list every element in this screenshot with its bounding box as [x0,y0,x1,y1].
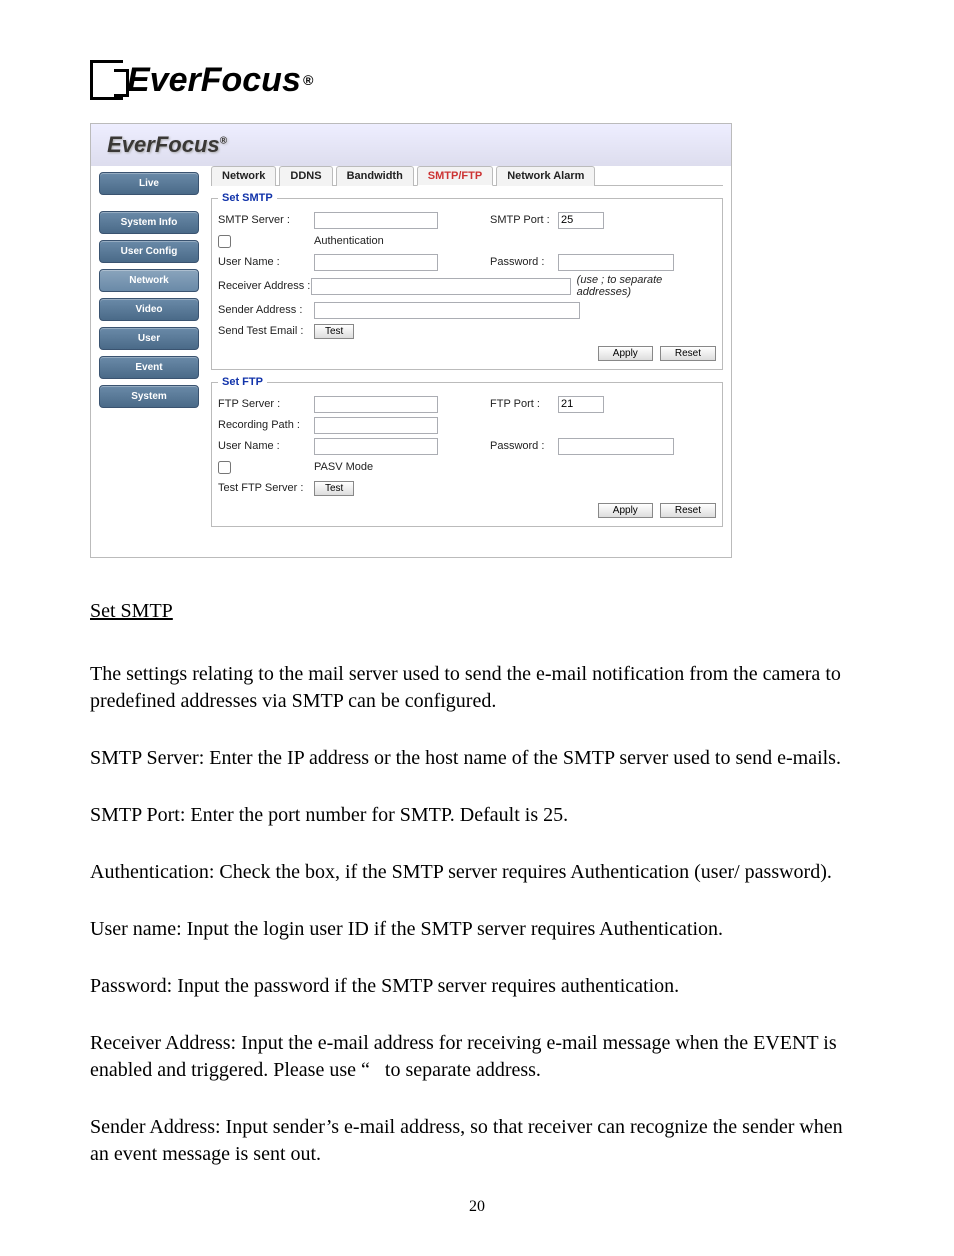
doc-para: SMTP Port: Enter the port number for SMT… [90,802,864,829]
tab-smtp-ftp[interactable]: SMTP/FTP [417,166,493,186]
tab-bar: Network DDNS Bandwidth SMTP/FTP Network … [211,166,723,186]
ftp-pass-input[interactable] [558,438,674,455]
doc-para: Receiver Address: Input the e-mail addre… [90,1030,864,1084]
ftp-pasv-checkbox[interactable] [218,461,231,474]
smtp-pass-label: Password : [490,256,558,268]
smtp-sender-label: Sender Address : [218,304,314,316]
smtp-auth-label: Authentication [314,235,384,247]
ftp-legend: Set FTP [218,376,267,388]
ftp-rec-input[interactable] [314,417,438,434]
smtp-port-input[interactable] [558,212,604,229]
sidebar-item-network[interactable]: Network [99,269,199,292]
smtp-recv-label: Receiver Address : [218,280,311,292]
doc-para: Sender Address: Input sender’s e-mail ad… [90,1114,864,1168]
tab-network[interactable]: Network [211,166,276,186]
ftp-server-label: FTP Server : [218,398,314,410]
page-number: 20 [90,1198,864,1216]
ftp-user-label: User Name : [218,440,314,452]
smtp-recv-input[interactable] [311,278,570,295]
smtp-server-input[interactable] [314,212,438,229]
ftp-test-label: Test FTP Server : [218,482,314,494]
smtp-auth-checkbox[interactable] [218,235,231,248]
sidebar-item-video[interactable]: Video [99,298,199,321]
registered-icon: ® [303,72,313,88]
doc-para: User name: Input the login user ID if th… [90,916,864,943]
ftp-pass-label: Password : [490,440,558,452]
ui-screenshot: EverFocus® Live System Info User Config … [90,123,732,558]
smtp-apply-button[interactable]: Apply [598,346,653,361]
smtp-recv-note: (use ; to separate addresses) [577,274,716,298]
ftp-port-input[interactable] [558,396,604,413]
doc-para: SMTP Server: Enter the IP address or the… [90,745,864,772]
ftp-reset-button[interactable]: Reset [660,503,716,518]
doc-para: Authentication: Check the box, if the SM… [90,859,864,886]
smtp-port-label: SMTP Port : [490,214,558,226]
tab-ddns[interactable]: DDNS [279,166,332,186]
logo-mark-icon [90,60,123,100]
doc-para: The settings relating to the mail server… [90,661,864,715]
ftp-user-input[interactable] [314,438,438,455]
smtp-pass-input[interactable] [558,254,674,271]
sidebar-item-system-info[interactable]: System Info [99,211,199,234]
app-header: EverFocus® [91,124,731,166]
tab-network-alarm[interactable]: Network Alarm [496,166,595,186]
sidebar-item-system[interactable]: System [99,385,199,408]
doc-body: Set SMTP The settings relating to the ma… [90,598,864,1168]
app-logo-text: EverFocus [107,132,220,157]
sidebar-item-live[interactable]: Live [99,172,199,195]
smtp-section: Set SMTP SMTP Server : SMTP Port : Authe… [211,192,723,370]
ftp-port-label: FTP Port : [490,398,558,410]
ftp-rec-label: Recording Path : [218,419,314,431]
ftp-server-input[interactable] [314,396,438,413]
ftp-apply-button[interactable]: Apply [598,503,653,518]
smtp-test-button[interactable]: Test [314,324,354,339]
registered-icon: ® [220,136,227,147]
ftp-pasv-label: PASV Mode [314,461,373,473]
sidebar: Live System Info User Config Network Vid… [91,166,207,527]
page-logo: EverFocus® [90,60,864,105]
smtp-server-label: SMTP Server : [218,214,314,226]
smtp-test-label: Send Test Email : [218,325,314,337]
ftp-test-button[interactable]: Test [314,481,354,496]
logo-text: EverFocus [127,61,301,100]
sidebar-item-user[interactable]: User [99,327,199,350]
sidebar-item-event[interactable]: Event [99,356,199,379]
smtp-user-label: User Name : [218,256,314,268]
smtp-reset-button[interactable]: Reset [660,346,716,361]
doc-heading: Set SMTP [90,598,864,625]
tab-bandwidth[interactable]: Bandwidth [336,166,414,186]
ftp-section: Set FTP FTP Server : FTP Port : Recordin… [211,376,723,527]
sidebar-item-user-config[interactable]: User Config [99,240,199,263]
smtp-sender-input[interactable] [314,302,580,319]
smtp-user-input[interactable] [314,254,438,271]
smtp-legend: Set SMTP [218,192,277,204]
doc-para: Password: Input the password if the SMTP… [90,973,864,1000]
